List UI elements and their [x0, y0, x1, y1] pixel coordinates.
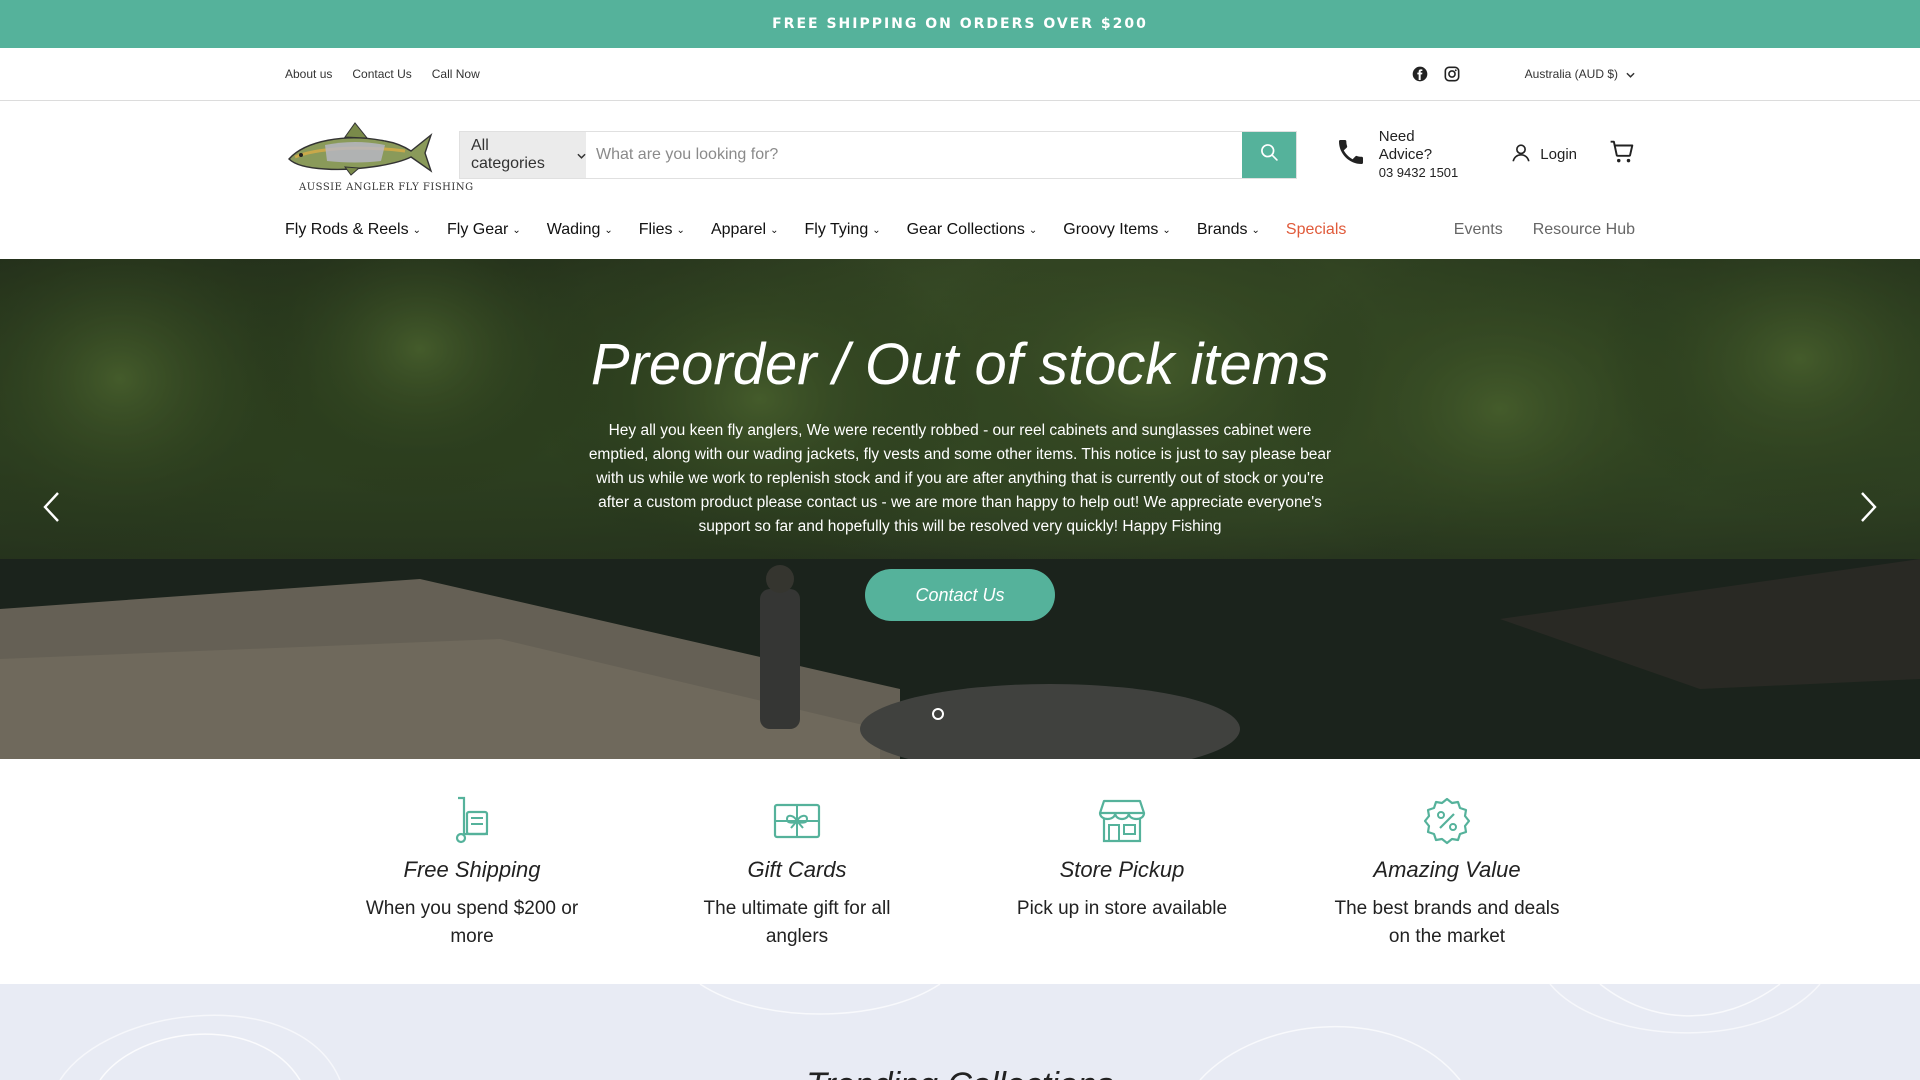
call-now-link[interactable]: Call Now — [432, 67, 480, 81]
search-category-select[interactable]: All categories — [460, 131, 586, 178]
feature-desc: When you spend $200 or more — [365, 898, 579, 947]
nav-item-wading[interactable]: Wading ⌄ — [547, 221, 613, 239]
nav-item-resource-hub[interactable]: Resource Hub — [1533, 221, 1635, 239]
feature-desc: The best brands and deals on the market — [1334, 898, 1560, 947]
feature-title: Store Pickup — [1059, 857, 1185, 882]
nav-item-fly-rods-reels[interactable]: Fly Rods & Reels ⌄ — [285, 221, 421, 239]
hero-content: Preorder / Out of stock items Hey all yo… — [560, 329, 1360, 621]
chevron-down-icon: ⌄ — [770, 224, 779, 236]
search-input[interactable] — [586, 131, 1242, 178]
feature-store-pickup: Store Pickup Pick up in store available — [997, 795, 1247, 923]
nav-item-events[interactable]: Events — [1454, 221, 1503, 239]
chevron-down-icon — [1626, 67, 1635, 81]
nav-item-gear-collections[interactable]: Gear Collections ⌄ — [907, 221, 1038, 239]
facebook-icon[interactable] — [1411, 65, 1429, 83]
prev-slide-button[interactable] — [36, 489, 66, 529]
search-button[interactable] — [1241, 131, 1296, 178]
utility-bar: About us Contact Us Call Now Australia (… — [0, 48, 1920, 101]
nav-label: Fly Tying — [804, 221, 869, 238]
social-links — [1411, 65, 1461, 83]
nav-label: Flies — [638, 221, 673, 238]
chevron-down-icon: ⌄ — [1251, 224, 1260, 236]
utility-links: About us Contact Us Call Now — [285, 67, 480, 81]
chevron-down-icon: ⌄ — [512, 224, 521, 236]
contact-us-button[interactable]: Contact Us — [865, 569, 1055, 621]
currency-label: Australia (AUD $) — [1524, 67, 1618, 81]
currency-selector[interactable]: Australia (AUD $) — [1525, 67, 1635, 81]
nav-label: Gear Collections — [906, 221, 1025, 238]
chevron-down-icon: ⌄ — [676, 224, 685, 236]
nav-item-apparel[interactable]: Apparel ⌄ — [711, 221, 779, 239]
feature-amazing-value: Amazing Value The best brands and deals … — [1322, 795, 1572, 951]
nav-label: Fly Rods & Reels — [285, 221, 409, 238]
cart-icon — [1609, 139, 1635, 170]
site-logo[interactable]: AUSSIE ANGLER FLY FISHING — [285, 121, 473, 193]
feature-desc: The ultimate gift for all anglers — [703, 898, 891, 947]
announcement-bar: FREE SHIPPING ON ORDERS OVER $200 — [0, 0, 1920, 48]
about-us-link[interactable]: About us — [285, 67, 332, 81]
site-header: AUSSIE ANGLER FLY FISHING All categories — [0, 101, 1920, 208]
login-label: Login — [1540, 146, 1577, 163]
search-category-label: All categories — [471, 136, 545, 172]
chevron-down-icon: ⌄ — [1162, 224, 1171, 236]
chevron-down-icon: ⌄ — [872, 224, 881, 236]
hero-body: Hey all you keen fly anglers, We were re… — [588, 422, 1332, 535]
feature-title: Gift Cards — [747, 857, 847, 882]
chevron-down-icon: ⌄ — [412, 224, 421, 236]
slide-dots — [932, 708, 944, 720]
discount-icon — [1423, 797, 1471, 845]
search-bar: All categories — [459, 130, 1297, 179]
main-nav: Fly Rods & Reels ⌄ Fly Gear ⌄ Wading ⌄ Flie… — [0, 208, 1920, 258]
feature-gift-cards: Gift Cards The ultimate gift for all ang… — [672, 795, 922, 951]
logo-text: AUSSIE ANGLER FLY FISHING — [299, 181, 474, 193]
hero-title: Preorder / Out of stock items — [590, 332, 1330, 397]
nav-label: Wading — [546, 221, 601, 238]
nav-label: Fly Gear — [446, 221, 509, 238]
fish-logo-icon — [288, 121, 433, 176]
login-button[interactable]: Login — [1510, 142, 1577, 168]
nav-label: Apparel — [710, 221, 767, 238]
chevron-down-icon: ⌄ — [1028, 224, 1038, 236]
chevron-down-icon: ⌄ — [604, 224, 613, 236]
feature-title: Free Shipping — [403, 857, 541, 882]
feature-title: Amazing Value — [1373, 857, 1521, 882]
nav-label: Groovy Items — [1063, 221, 1159, 238]
slide-dot-1[interactable] — [932, 708, 944, 720]
advice-title: Need Advice? — [1378, 127, 1433, 164]
nav-item-fly-gear[interactable]: Fly Gear ⌄ — [447, 221, 521, 239]
features-section: Free Shipping When you spend $200 or mor… — [0, 759, 1920, 984]
advice-phone: 03 9432 1501 — [1378, 165, 1459, 181]
nav-label: Brands — [1196, 221, 1248, 238]
trending-section: Trending Collections — [0, 984, 1920, 1080]
next-slide-button[interactable] — [1854, 489, 1884, 529]
nav-item-groovy-items[interactable]: Groovy Items ⌄ — [1063, 221, 1171, 239]
instagram-icon[interactable] — [1443, 65, 1461, 83]
chevron-left-icon — [42, 491, 60, 528]
chevron-down-icon — [577, 146, 586, 164]
feature-desc: Pick up in store available — [1016, 898, 1228, 919]
search-icon — [1259, 142, 1279, 167]
nav-item-flies[interactable]: Flies ⌄ — [639, 221, 685, 239]
contact-us-link[interactable]: Contact Us — [352, 67, 411, 81]
gift-card-icon — [773, 803, 821, 839]
phone-icon — [1335, 136, 1367, 173]
nav-item-specials[interactable]: Specials — [1286, 221, 1346, 239]
user-icon — [1510, 142, 1532, 168]
nav-item-fly-tying[interactable]: Fly Tying ⌄ — [804, 221, 880, 239]
cart-button[interactable] — [1609, 139, 1635, 170]
announcement-text: FREE SHIPPING ON ORDERS OVER $200 — [772, 16, 1148, 32]
chevron-right-icon — [1860, 491, 1878, 528]
need-advice[interactable]: Need Advice? 03 9432 1501 — [1335, 128, 1471, 182]
feature-free-shipping: Free Shipping When you spend $200 or mor… — [347, 795, 597, 951]
hero-slideshow: Preorder / Out of stock items Hey all yo… — [0, 259, 1920, 759]
shipping-icon — [455, 796, 489, 844]
store-icon — [1098, 799, 1146, 843]
nav-item-brands[interactable]: Brands ⌄ — [1197, 221, 1260, 239]
trending-title: Trending Collections — [0, 1066, 1920, 1080]
